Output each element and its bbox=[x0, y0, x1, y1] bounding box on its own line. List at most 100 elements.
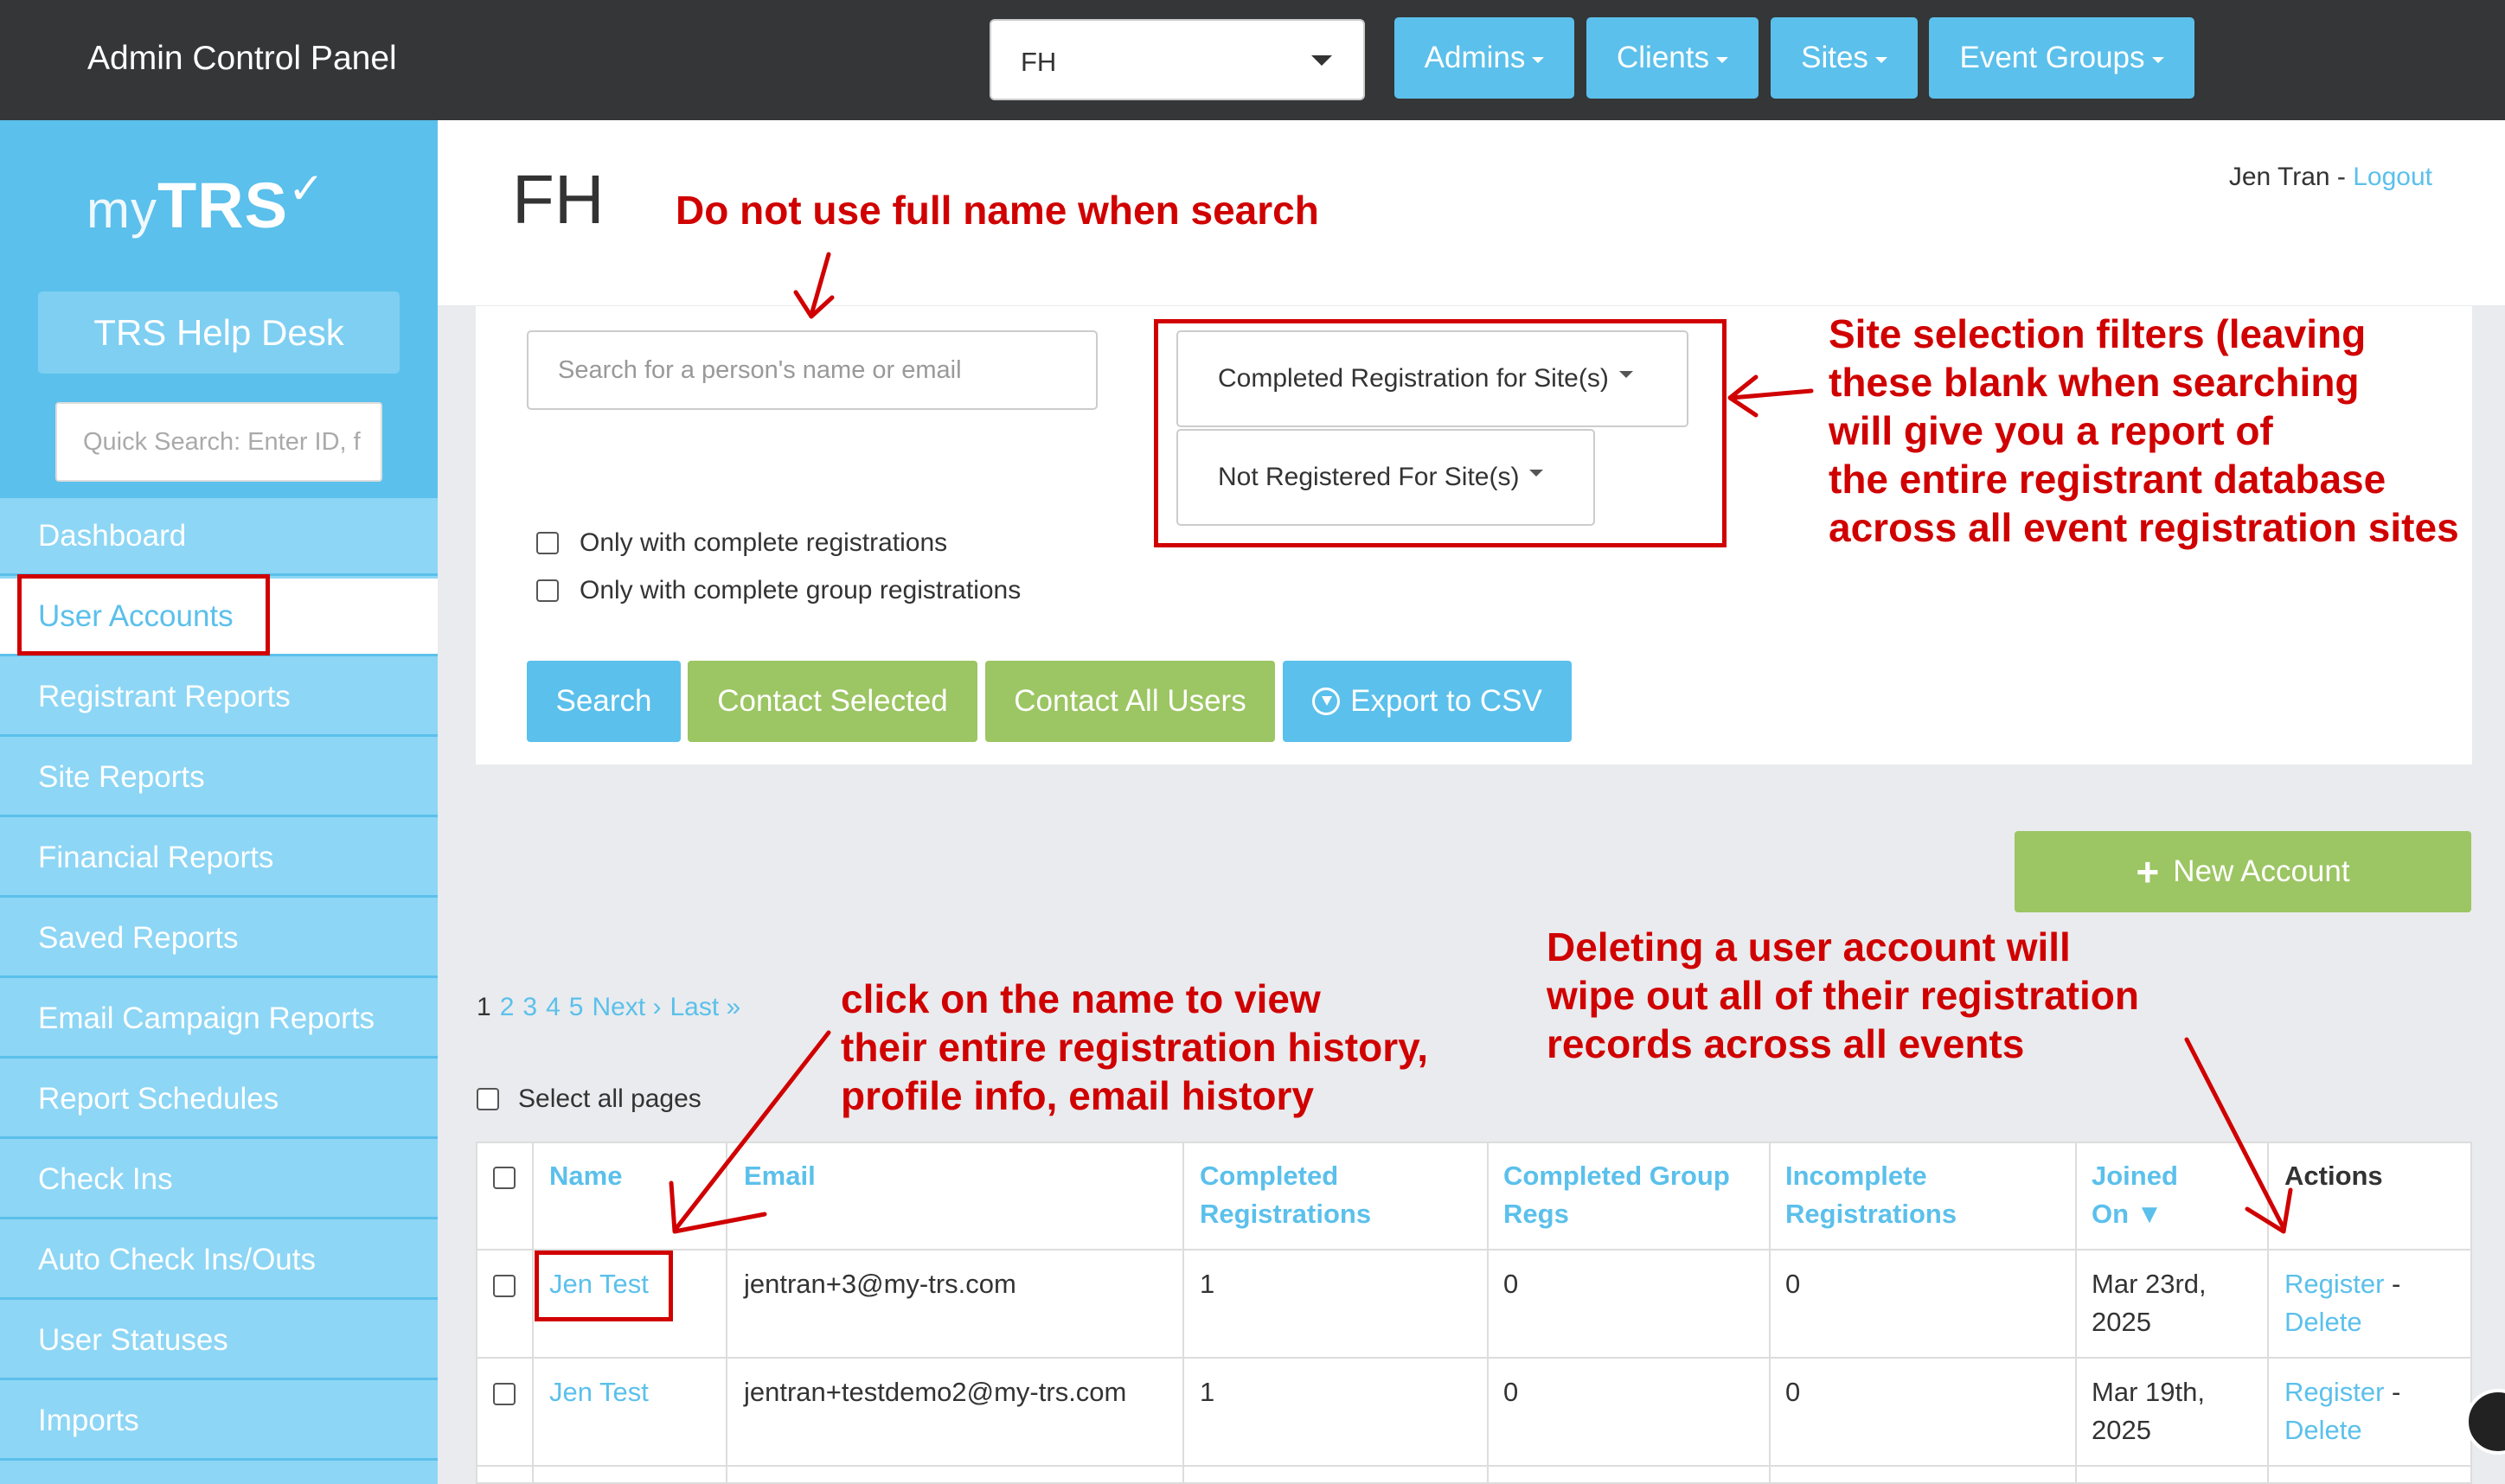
joined-date: Mar 23rd, 2025 bbox=[2092, 1265, 2207, 1341]
sidebar-item-registrant-reports[interactable]: Registrant Reports bbox=[0, 659, 438, 737]
completed-count: 1 bbox=[1200, 1269, 1215, 1299]
page-last[interactable]: Last » bbox=[669, 993, 740, 1022]
col-group-line2: Regs bbox=[1503, 1199, 1569, 1229]
client-select[interactable]: FH bbox=[990, 19, 1365, 100]
sidebar-item-user-statuses[interactable]: User Statuses bbox=[0, 1302, 438, 1380]
annotation-site-filters-note: Site selection filters (leaving these bl… bbox=[1829, 310, 2459, 552]
annotation-box-name bbox=[535, 1251, 673, 1321]
sidebar-item-email-campaign-reports[interactable]: Email Campaign Reports bbox=[0, 981, 438, 1059]
row-checkbox[interactable] bbox=[493, 1275, 516, 1297]
row-actions: Register - Delete bbox=[2284, 1373, 2400, 1449]
annotation-name-note: click on the name to view their entire r… bbox=[841, 975, 1428, 1120]
incomplete-count: 0 bbox=[1785, 1269, 1801, 1299]
select-all-pages-label: Select all pages bbox=[518, 1084, 702, 1113]
sites-menu-button[interactable]: Sites bbox=[1771, 17, 1918, 99]
note-line: records across all events bbox=[1547, 1021, 2025, 1066]
delete-link[interactable]: Delete bbox=[2284, 1307, 2362, 1337]
mytrs-logo[interactable]: myTRS✓ bbox=[86, 164, 325, 242]
page-current: 1 bbox=[477, 993, 491, 1021]
new-account-label: New Account bbox=[2173, 854, 2350, 888]
export-csv-button[interactable]: Export to CSV bbox=[1283, 661, 1572, 742]
col-completed-line1: Completed bbox=[1200, 1161, 1339, 1191]
event-groups-menu-button[interactable]: Event Groups bbox=[1929, 17, 2194, 99]
only-complete-option: Only with complete registrations bbox=[536, 528, 947, 558]
person-search-input[interactable]: Search for a person's name or email bbox=[527, 330, 1098, 410]
column-divider bbox=[1182, 1142, 1184, 1484]
note-line: click on the name to view bbox=[841, 976, 1321, 1021]
caret-down-icon bbox=[1874, 56, 1887, 63]
caret-down-icon bbox=[1715, 56, 1728, 63]
annotation-delete-note: Deleting a user account will wipe out al… bbox=[1547, 923, 2139, 1068]
logo-my: my bbox=[86, 181, 157, 239]
action-separator: - bbox=[2384, 1377, 2401, 1407]
incomplete-count: 0 bbox=[1785, 1377, 1801, 1407]
page-link-3[interactable]: 3 bbox=[522, 993, 537, 1022]
col-completed-group-regs[interactable]: Completed Group Regs bbox=[1503, 1157, 1730, 1233]
sidebar-item-report-schedules[interactable]: Report Schedules bbox=[0, 1061, 438, 1139]
register-link[interactable]: Register bbox=[2284, 1377, 2384, 1407]
sidebar-item-financial-reports[interactable]: Financial Reports bbox=[0, 820, 438, 898]
column-divider bbox=[2075, 1142, 2077, 1484]
joined-date: Mar 19th, 2025 bbox=[2092, 1373, 2205, 1449]
sidebar-item-site-reports[interactable]: Site Reports bbox=[0, 739, 438, 817]
new-account-button[interactable]: + New Account bbox=[2015, 831, 2471, 912]
search-button[interactable]: Search bbox=[527, 661, 681, 742]
sidebar-item-saved-reports[interactable]: Saved Reports bbox=[0, 900, 438, 978]
admins-menu-button[interactable]: Admins bbox=[1394, 17, 1574, 99]
note-line: Deleting a user account will bbox=[1547, 924, 2071, 969]
col-completed-line2: Registrations bbox=[1200, 1199, 1372, 1229]
admins-label: Admins bbox=[1424, 41, 1526, 74]
delete-link[interactable]: Delete bbox=[2284, 1415, 2362, 1445]
group-count: 0 bbox=[1503, 1377, 1519, 1407]
user-info: Jen Tran - Logout bbox=[2229, 163, 2432, 192]
select-all-rows-checkbox[interactable] bbox=[493, 1167, 516, 1189]
sidebar-item-dashboard[interactable]: Dashboard bbox=[0, 498, 438, 576]
column-divider bbox=[2267, 1142, 2269, 1484]
col-joined-on[interactable]: Joined On ▼ bbox=[2092, 1157, 2178, 1233]
sidebar-item-auto-check-ins-outs[interactable]: Auto Check Ins/Outs bbox=[0, 1222, 438, 1300]
only-complete-label: Only with complete registrations bbox=[580, 528, 948, 557]
quick-search-input[interactable]: Quick Search: Enter ID, f bbox=[55, 402, 382, 482]
help-desk-button[interactable]: TRS Help Desk bbox=[38, 291, 400, 374]
register-link[interactable]: Register bbox=[2284, 1269, 2384, 1299]
page-next[interactable]: Next › bbox=[592, 993, 661, 1022]
logo-trs: TRS bbox=[157, 170, 288, 241]
page-link-4[interactable]: 4 bbox=[546, 993, 561, 1022]
user-email: jentran+testdemo2@my-trs.com bbox=[744, 1377, 1127, 1407]
column-divider bbox=[1769, 1142, 1771, 1484]
sidebar-item-check-ins[interactable]: Check Ins bbox=[0, 1142, 438, 1219]
row-actions: Register - Delete bbox=[2284, 1265, 2400, 1341]
caret-down-icon bbox=[2151, 56, 2164, 63]
col-name[interactable]: Name bbox=[549, 1157, 622, 1195]
contact-all-users-button[interactable]: Contact All Users bbox=[985, 661, 1275, 742]
note-line: across all event registration sites bbox=[1829, 505, 2459, 550]
page-link-5[interactable]: 5 bbox=[569, 993, 584, 1022]
sidebar-item-imports[interactable]: Imports bbox=[0, 1383, 438, 1461]
contact-selected-button[interactable]: Contact Selected bbox=[688, 661, 977, 742]
client-select-value: FH bbox=[1021, 47, 1057, 77]
row-checkbox[interactable] bbox=[493, 1383, 516, 1405]
only-complete-group-label: Only with complete group registrations bbox=[580, 576, 1022, 604]
logout-link[interactable]: Logout bbox=[2353, 163, 2432, 191]
col-email[interactable]: Email bbox=[744, 1157, 816, 1195]
clients-label: Clients bbox=[1617, 41, 1709, 74]
only-complete-group-checkbox[interactable] bbox=[536, 579, 559, 602]
col-group-line1: Completed Group bbox=[1503, 1161, 1730, 1191]
joined-date-line2: 2025 bbox=[2092, 1415, 2151, 1445]
col-completed-registrations[interactable]: Completed Registrations bbox=[1200, 1157, 1371, 1233]
clients-menu-button[interactable]: Clients bbox=[1586, 17, 1759, 99]
only-complete-checkbox[interactable] bbox=[536, 532, 559, 554]
col-actions: Actions bbox=[2284, 1161, 2383, 1191]
download-icon bbox=[1312, 688, 1341, 715]
row-divider bbox=[476, 1465, 2472, 1467]
user-name-text: Jen Test bbox=[549, 1377, 649, 1407]
chevron-down-icon bbox=[1311, 55, 1332, 66]
col-incomplete-registrations[interactable]: Incomplete Registrations bbox=[1785, 1157, 1957, 1233]
page-link-2[interactable]: 2 bbox=[500, 993, 515, 1022]
top-bar: Admin Control Panel FH Admins Clients Si… bbox=[0, 0, 2505, 120]
sidebar: myTRS✓ TRS Help Desk Quick Search: Enter… bbox=[0, 120, 438, 1484]
completed-count: 1 bbox=[1200, 1377, 1215, 1407]
select-all-pages-checkbox[interactable] bbox=[477, 1088, 499, 1110]
user-name-link[interactable]: Jen Test bbox=[549, 1373, 649, 1411]
annotation-box-user-accounts bbox=[17, 574, 270, 656]
